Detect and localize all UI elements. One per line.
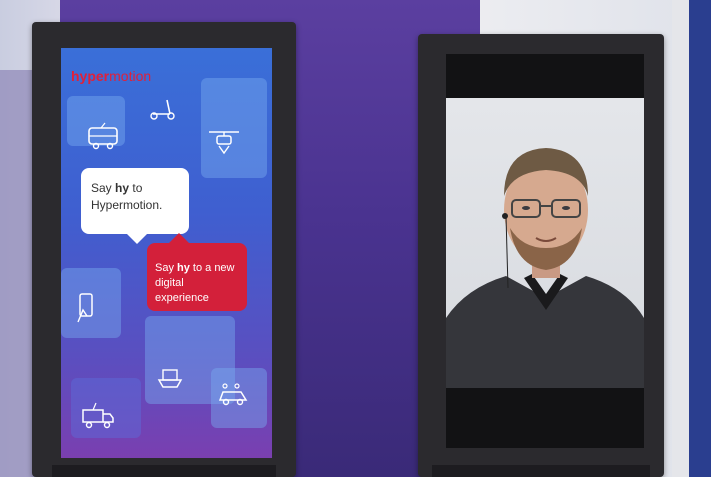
monitor-stand	[432, 465, 650, 477]
background-wall-right	[672, 0, 689, 477]
car-icon	[218, 383, 248, 406]
hypermotion-ad-screen: hypermotion Say hy to Hypermotion. Say h…	[61, 48, 272, 458]
video-feed	[446, 98, 644, 388]
phone-icon	[77, 293, 93, 323]
say-hy-bubble: Say hy to Hypermotion.	[81, 168, 189, 244]
hypermotion-logo: hypermotion	[71, 68, 152, 84]
left-display-monitor: hypermotion Say hy to Hypermotion. Say h…	[32, 22, 296, 477]
bubble-white-line1: Say hy to	[91, 181, 143, 195]
video-call-screen	[446, 54, 644, 448]
person-portrait	[446, 148, 644, 388]
digital-experience-bubble: Say hy to a new digital experience	[147, 233, 247, 311]
bus-icon	[88, 122, 118, 150]
truck-icon	[82, 402, 114, 429]
bubble-red-line2: digital experience	[155, 277, 209, 304]
photo-scene: hypermotion Say hy to Hypermotion. Say h…	[0, 0, 711, 477]
bubble-red-line1: Say hy to a new	[155, 262, 235, 274]
monitor-stand	[52, 465, 276, 477]
ship-icon	[157, 369, 183, 388]
right-display-monitor	[418, 34, 664, 477]
scooter-icon	[150, 99, 175, 120]
drone-icon	[209, 131, 239, 155]
bubble-white-line2: Hypermotion.	[91, 198, 163, 212]
blue-panel-right	[689, 0, 711, 477]
